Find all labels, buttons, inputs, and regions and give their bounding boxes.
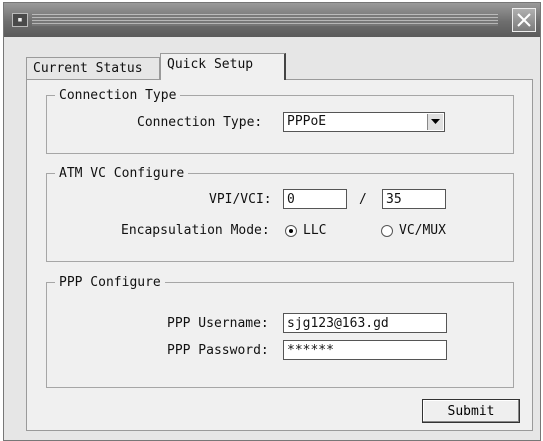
close-button[interactable] xyxy=(512,8,536,32)
vc-mux-radio-label[interactable]: VC/MUX xyxy=(399,223,446,238)
vc-mux-radio[interactable] xyxy=(381,225,393,237)
vci-input[interactable] xyxy=(382,189,446,209)
ppp-configure-group: PPP Configure PPP Username: PPP Password… xyxy=(46,275,514,388)
connection-type-label: Connection Type: xyxy=(137,115,263,130)
close-x-icon xyxy=(517,13,531,27)
app-icon: ▪ xyxy=(12,13,28,27)
ppp-configure-legend: PPP Configure xyxy=(59,275,161,290)
submit-button[interactable]: Submit xyxy=(422,399,520,423)
atm-vc-configure-legend: ATM VC Configure xyxy=(59,166,185,181)
connection-type-select[interactable]: PPPoE xyxy=(283,112,445,132)
llc-radio-label[interactable]: LLC xyxy=(303,223,326,238)
title-bar-stripes xyxy=(32,14,498,26)
tab-quick-setup[interactable]: Quick Setup xyxy=(160,53,286,80)
ppp-username-input[interactable] xyxy=(283,313,447,333)
llc-radio[interactable] xyxy=(285,225,297,237)
encapsulation-mode-label: Encapsulation Mode: xyxy=(121,223,270,238)
connection-type-value: PPPoE xyxy=(287,114,327,129)
ppp-username-label: PPP Username: xyxy=(167,316,269,331)
vpi-vci-label: VPI/VCI: xyxy=(209,192,272,207)
quick-setup-panel: Connection Type Connection Type: PPPoE A… xyxy=(26,79,533,431)
vpi-vci-separator: / xyxy=(359,192,367,207)
atm-vc-configure-group: ATM VC Configure VPI/VCI: / Encapsulatio… xyxy=(46,166,514,262)
dropdown-button[interactable] xyxy=(427,114,443,130)
connection-type-legend: Connection Type xyxy=(59,88,177,103)
ppp-password-label: PPP Password: xyxy=(167,343,269,358)
chevron-down-icon xyxy=(431,119,440,124)
connection-type-group: Connection Type Connection Type: PPPoE xyxy=(46,88,514,154)
tab-current-status[interactable]: Current Status xyxy=(26,57,160,79)
dialog-window: ▪ Current Status Quick Setup Connection … xyxy=(3,2,541,441)
ppp-password-input[interactable] xyxy=(283,340,447,360)
title-bar[interactable]: ▪ xyxy=(4,3,540,37)
vpi-input[interactable] xyxy=(283,189,347,209)
